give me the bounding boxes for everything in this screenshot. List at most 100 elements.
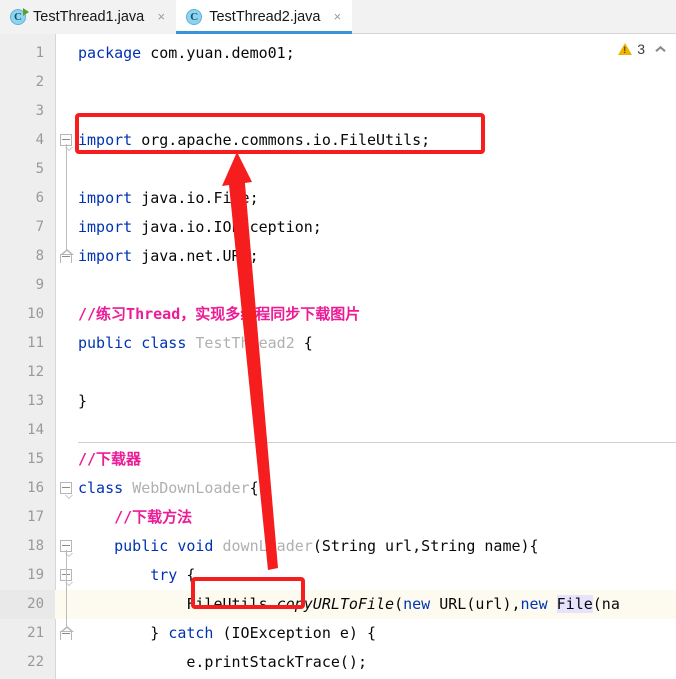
line-number: 18 bbox=[27, 538, 44, 554]
token: org.apache.commons.io.FileUtils; bbox=[132, 131, 431, 149]
close-icon[interactable]: × bbox=[154, 10, 168, 24]
fold-marker-icon[interactable] bbox=[60, 482, 73, 498]
code-line[interactable]: 8 import java.net.URL; bbox=[0, 242, 676, 271]
token: { bbox=[249, 479, 259, 497]
token: //下载器 bbox=[78, 450, 142, 468]
code-line[interactable]: 19 try { bbox=[0, 561, 676, 590]
token: import bbox=[78, 131, 133, 149]
token: import bbox=[78, 218, 133, 236]
token: catch bbox=[168, 624, 214, 642]
line-number: 6 bbox=[35, 190, 44, 206]
code-text[interactable]: import org.apache.commons.io.FileUtils; bbox=[78, 126, 430, 155]
line-number: 16 bbox=[27, 480, 44, 496]
code-line[interactable]: 7 import java.io.IOException; bbox=[0, 213, 676, 242]
close-icon[interactable]: × bbox=[330, 10, 344, 24]
code-line[interactable]: 18 public void downLoader(String url,Str… bbox=[0, 532, 676, 561]
tab-testthread1-java[interactable]: C TestThread1.java × bbox=[0, 0, 177, 34]
token: e.printStackTrace(); bbox=[78, 653, 367, 671]
code-text[interactable]: class WebDownLoader{ bbox=[78, 474, 259, 503]
code-line[interactable]: 21 } catch (IOException e) { bbox=[0, 619, 676, 648]
code-line[interactable]: 10 //练习Thread，实现多线程同步下载图片 bbox=[0, 300, 676, 329]
code-line[interactable]: 15 //下载器 bbox=[0, 445, 676, 474]
token: (String url,String name){ bbox=[312, 537, 539, 555]
code-line[interactable]: 6 import java.io.File; bbox=[0, 184, 676, 213]
token: (IOException e) { bbox=[213, 624, 377, 642]
token: FileUtils. bbox=[78, 595, 277, 613]
code-line[interactable]: 3 bbox=[0, 97, 676, 126]
code-line[interactable]: 12 bbox=[0, 358, 676, 387]
chevron-up-icon[interactable] bbox=[654, 43, 666, 55]
code-text[interactable]: import java.io.IOException; bbox=[78, 213, 322, 242]
line-number: 12 bbox=[27, 364, 44, 380]
java-class-runnable-icon: C bbox=[10, 7, 29, 26]
editor-window: C TestThread1.java × C TestThread2.java … bbox=[0, 0, 676, 679]
line-number: 10 bbox=[27, 306, 44, 322]
code-line[interactable]: 20 FileUtils.copyURLToFile(new URL(url),… bbox=[0, 590, 676, 619]
line-number: 2 bbox=[35, 74, 44, 90]
code-line[interactable]: 11 public class TestThread2 { bbox=[0, 329, 676, 358]
line-number: 20 bbox=[27, 596, 44, 612]
line-number: 17 bbox=[27, 509, 44, 525]
code-text[interactable]: FileUtils.copyURLToFile(new URL(url),new… bbox=[78, 590, 620, 619]
token: package bbox=[78, 44, 142, 62]
code-text[interactable]: //练习Thread，实现多线程同步下载图片 bbox=[78, 300, 360, 329]
code-text[interactable]: } bbox=[78, 387, 87, 416]
token: WebDownLoader bbox=[132, 479, 250, 497]
token: TestThread2 bbox=[195, 334, 295, 352]
fold-marker-icon[interactable] bbox=[60, 249, 74, 263]
tab-label: TestThread2.java bbox=[209, 9, 321, 25]
token: copyURLToFile bbox=[276, 595, 395, 613]
code-text[interactable]: package com.yuan.demo01; bbox=[78, 39, 295, 68]
code-line[interactable]: 22 e.printStackTrace(); bbox=[0, 648, 676, 677]
line-number: 5 bbox=[35, 161, 44, 177]
token: public class bbox=[78, 334, 196, 352]
token: com.yuan.demo01; bbox=[141, 44, 295, 62]
code-line[interactable]: 1 package com.yuan.demo01; bbox=[0, 39, 676, 68]
code-editor[interactable]: 1 package com.yuan.demo01; 2 3 4 import org.a… bbox=[0, 34, 676, 679]
token: class bbox=[78, 479, 133, 497]
code-text[interactable]: try { bbox=[78, 561, 195, 590]
line-number: 11 bbox=[27, 335, 44, 351]
code-text[interactable]: public void downLoader(String url,String… bbox=[78, 532, 539, 561]
code-line[interactable]: 5 bbox=[0, 155, 676, 184]
code-line[interactable]: 9 bbox=[0, 271, 676, 300]
code-line[interactable]: 2 bbox=[0, 68, 676, 97]
warning-count: 3 bbox=[637, 41, 645, 57]
code-line[interactable]: 4 import org.apache.commons.io.FileUtils; bbox=[0, 126, 676, 155]
token: java.io.IOException; bbox=[132, 218, 322, 236]
code-text[interactable]: import java.io.File; bbox=[78, 184, 259, 213]
line-number: 7 bbox=[35, 219, 44, 235]
fold-guide-line bbox=[66, 579, 67, 627]
code-text[interactable]: e.printStackTrace(); bbox=[78, 648, 367, 677]
token: //下载方法 bbox=[78, 508, 193, 526]
token: } bbox=[78, 624, 169, 642]
token: java.io.File; bbox=[132, 189, 259, 207]
code-line[interactable]: 16 class WebDownLoader{ bbox=[0, 474, 676, 503]
code-text[interactable]: import java.net.URL; bbox=[78, 242, 259, 271]
line-number: 3 bbox=[35, 103, 44, 119]
code-line[interactable]: 17 //下载方法 bbox=[0, 503, 676, 532]
line-number: 14 bbox=[27, 422, 44, 438]
fold-marker-icon[interactable] bbox=[60, 626, 74, 640]
token: File bbox=[556, 595, 593, 613]
line-number: 4 bbox=[35, 132, 44, 148]
tab-testthread2-java[interactable]: C TestThread2.java × bbox=[176, 0, 353, 34]
token: downLoader bbox=[222, 537, 313, 555]
code-line[interactable]: 13} bbox=[0, 387, 676, 416]
code-text[interactable]: public class TestThread2 { bbox=[78, 329, 313, 358]
warning-triangle-icon bbox=[618, 43, 633, 55]
token: } bbox=[78, 392, 88, 410]
token: import bbox=[78, 247, 133, 265]
editor-tab-bar: C TestThread1.java × C TestThread2.java … bbox=[0, 0, 676, 34]
token: new bbox=[520, 595, 548, 613]
inspection-widget[interactable]: 3 bbox=[618, 41, 666, 57]
fold-guide-line bbox=[66, 144, 67, 250]
token: { bbox=[294, 334, 313, 352]
code-text[interactable]: } catch (IOException e) { bbox=[78, 619, 376, 648]
code-text[interactable]: //下载器 bbox=[78, 445, 141, 474]
code-text[interactable]: //下载方法 bbox=[78, 503, 192, 532]
code-line[interactable]: 14 bbox=[0, 416, 676, 445]
token: import bbox=[78, 189, 133, 207]
